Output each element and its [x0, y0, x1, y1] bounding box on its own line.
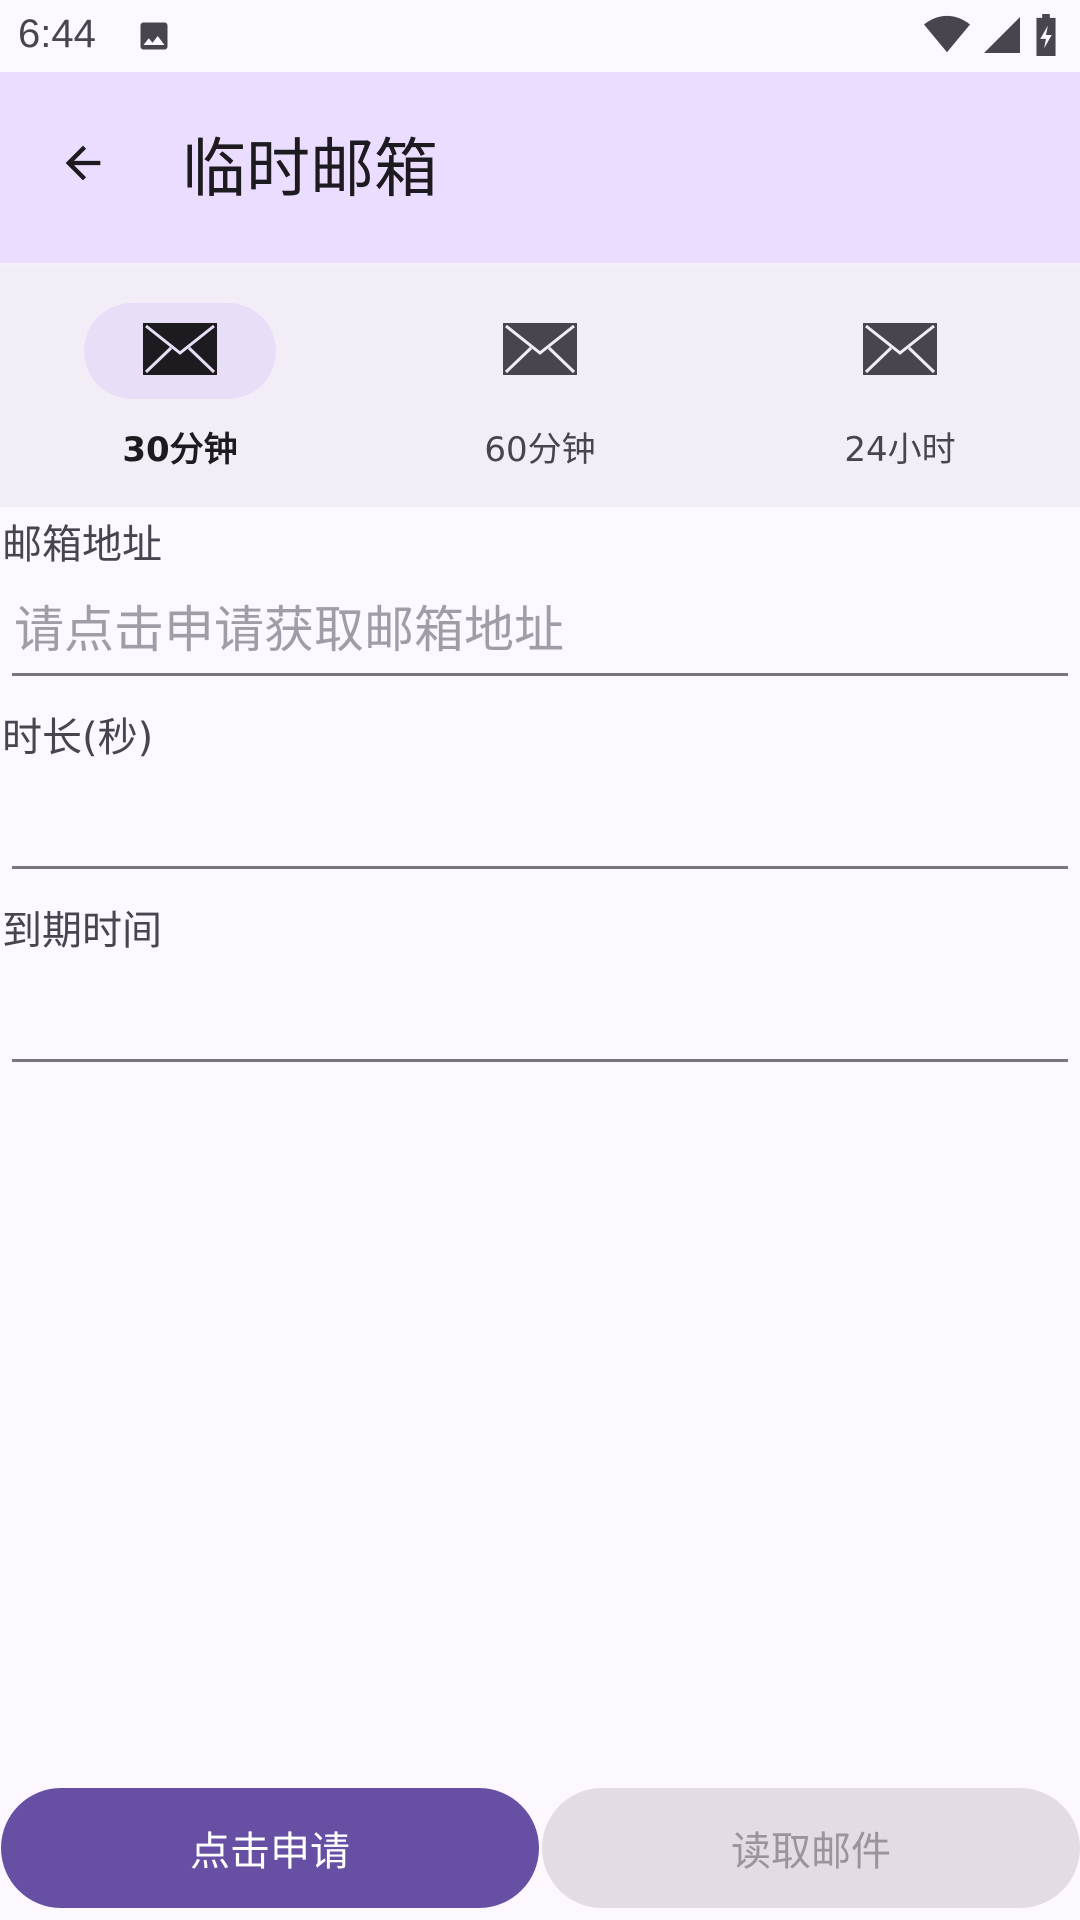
top-app-bar: 临时邮箱 — [0, 72, 1080, 263]
read-mail-button[interactable]: 读取邮件 — [542, 1788, 1080, 1908]
tab-indicator — [804, 303, 996, 399]
arrow-back-icon — [57, 137, 109, 193]
status-icons — [924, 14, 1058, 60]
expiry-label: 到期时间 — [2, 908, 162, 954]
battery-icon — [1034, 14, 1058, 60]
apply-button[interactable]: 点击申请 — [1, 1788, 539, 1908]
tab-60-minutes[interactable]: 60分钟 — [360, 267, 720, 507]
expiry-underline — [12, 1059, 1068, 1062]
tab-label: 24小时 — [844, 430, 956, 470]
status-time: 6:44 — [18, 12, 96, 56]
mail-icon — [503, 323, 577, 379]
wifi-icon — [924, 15, 970, 59]
email-label: 邮箱地址 — [2, 522, 162, 568]
image-icon — [136, 18, 172, 58]
back-button[interactable] — [48, 130, 118, 200]
duration-tab-bar: 30分钟 60分钟 24小时 — [0, 267, 1080, 507]
duration-label: 时长(秒) — [2, 715, 154, 761]
email-underline — [12, 673, 1068, 676]
tab-label: 60分钟 — [484, 430, 596, 470]
tab-30-minutes[interactable]: 30分钟 — [0, 267, 360, 507]
tab-indicator — [444, 303, 636, 399]
page-title: 临时邮箱 — [182, 133, 438, 207]
mail-icon — [143, 323, 217, 379]
tab-24-hours[interactable]: 24小时 — [720, 267, 1080, 507]
tab-label: 30分钟 — [122, 430, 238, 470]
mail-icon — [863, 323, 937, 379]
status-bar: 6:44 — [0, 0, 1080, 72]
expiry-field[interactable] — [12, 976, 1070, 1056]
duration-underline — [12, 866, 1068, 869]
signal-icon — [984, 16, 1020, 58]
duration-field[interactable] — [12, 783, 1070, 863]
email-field[interactable] — [12, 590, 1070, 670]
tab-indicator — [84, 303, 276, 399]
